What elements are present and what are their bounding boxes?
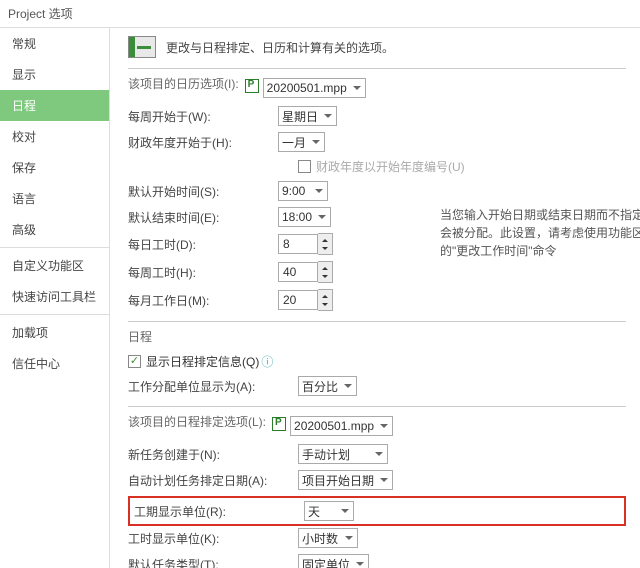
- fy-number-checkbox[interactable]: 财政年度以开始年度编号(U): [298, 158, 465, 175]
- header-text: 更改与日程排定、日历和计算有关的选项。: [166, 39, 394, 56]
- auto-date-select[interactable]: 项目开始日期: [298, 470, 393, 490]
- default-start-label: 默认开始时间(S):: [128, 183, 278, 200]
- task-type-label: 默认任务类型(T):: [128, 556, 298, 568]
- hours-day-label: 每日工时(D):: [128, 236, 278, 253]
- new-task-label: 新任务创建于(N):: [128, 446, 298, 463]
- project-file-icon: [272, 417, 286, 431]
- default-start-select[interactable]: 9:00: [278, 181, 328, 201]
- sidebar-item-schedule[interactable]: 日程: [0, 90, 109, 121]
- default-end-select[interactable]: 18:00: [278, 207, 331, 227]
- days-month-label: 每月工作日(M):: [128, 292, 278, 309]
- content-pane: 更改与日程排定、日历和计算有关的选项。 该项目的日历选项(I): 2020050…: [110, 28, 640, 568]
- fy-start-label: 财政年度开始于(H):: [128, 134, 278, 151]
- hours-week-spinner[interactable]: [278, 261, 333, 283]
- new-task-select[interactable]: 手动计划: [298, 444, 388, 464]
- auto-date-label: 自动计划任务排定日期(A):: [128, 472, 298, 489]
- schedule-icon: [128, 36, 156, 58]
- show-info-checkbox[interactable]: 显示日程排定信息(Q): [128, 353, 259, 370]
- task-type-select[interactable]: 固定单位: [298, 554, 369, 568]
- assign-units-select[interactable]: 百分比: [298, 376, 357, 396]
- sidebar-item-customize-ribbon[interactable]: 自定义功能区: [0, 250, 109, 281]
- cal-opts-heading: 该项目的日历选项(I):: [128, 75, 239, 92]
- sched-project-select[interactable]: 20200501.mpp: [290, 416, 393, 436]
- sidebar-item-trust[interactable]: 信任中心: [0, 348, 109, 379]
- assign-units-label: 工作分配单位显示为(A):: [128, 378, 298, 395]
- project-file-icon: [245, 79, 259, 93]
- info-icon: ⓘ: [261, 353, 273, 370]
- sidebar-item-display[interactable]: 显示: [0, 59, 109, 90]
- sidebar-item-language[interactable]: 语言: [0, 183, 109, 214]
- sidebar-item-general[interactable]: 常规: [0, 28, 109, 59]
- sidebar-item-qat[interactable]: 快速访问工具栏: [0, 281, 109, 312]
- hours-week-label: 每周工时(H):: [128, 264, 278, 281]
- work-unit-label: 工时显示单位(K):: [128, 530, 298, 547]
- sched-opts-heading: 该项目的日程排定选项(L):: [128, 413, 266, 430]
- dur-unit-label: 工期显示单位(R):: [134, 503, 304, 520]
- sidebar-item-addins[interactable]: 加载项: [0, 317, 109, 348]
- dur-unit-select[interactable]: 天: [304, 501, 354, 521]
- sidebar-item-proofing[interactable]: 校对: [0, 121, 109, 152]
- days-month-spinner[interactable]: [278, 289, 333, 311]
- cal-project-select[interactable]: 20200501.mpp: [263, 78, 366, 98]
- fy-start-select[interactable]: 一月: [278, 132, 325, 152]
- work-unit-select[interactable]: 小时数: [298, 528, 358, 548]
- week-start-label: 每周开始于(W):: [128, 108, 278, 125]
- time-note: 当您输入开始日期或结束日期而不指定时间时，这些时间会被分配。此设置，请考虑使用功…: [440, 206, 640, 260]
- schedule-heading: 日程: [128, 328, 626, 345]
- sidebar-item-save[interactable]: 保存: [0, 152, 109, 183]
- sidebar: 常规 显示 日程 校对 保存 语言 高级 自定义功能区 快速访问工具栏 加载项 …: [0, 28, 110, 568]
- week-start-select[interactable]: 星期日: [278, 106, 337, 126]
- window-title: Project 选项: [0, 0, 640, 28]
- default-end-label: 默认结束时间(E):: [128, 209, 278, 226]
- sidebar-item-advanced[interactable]: 高级: [0, 214, 109, 245]
- hours-day-spinner[interactable]: [278, 233, 333, 255]
